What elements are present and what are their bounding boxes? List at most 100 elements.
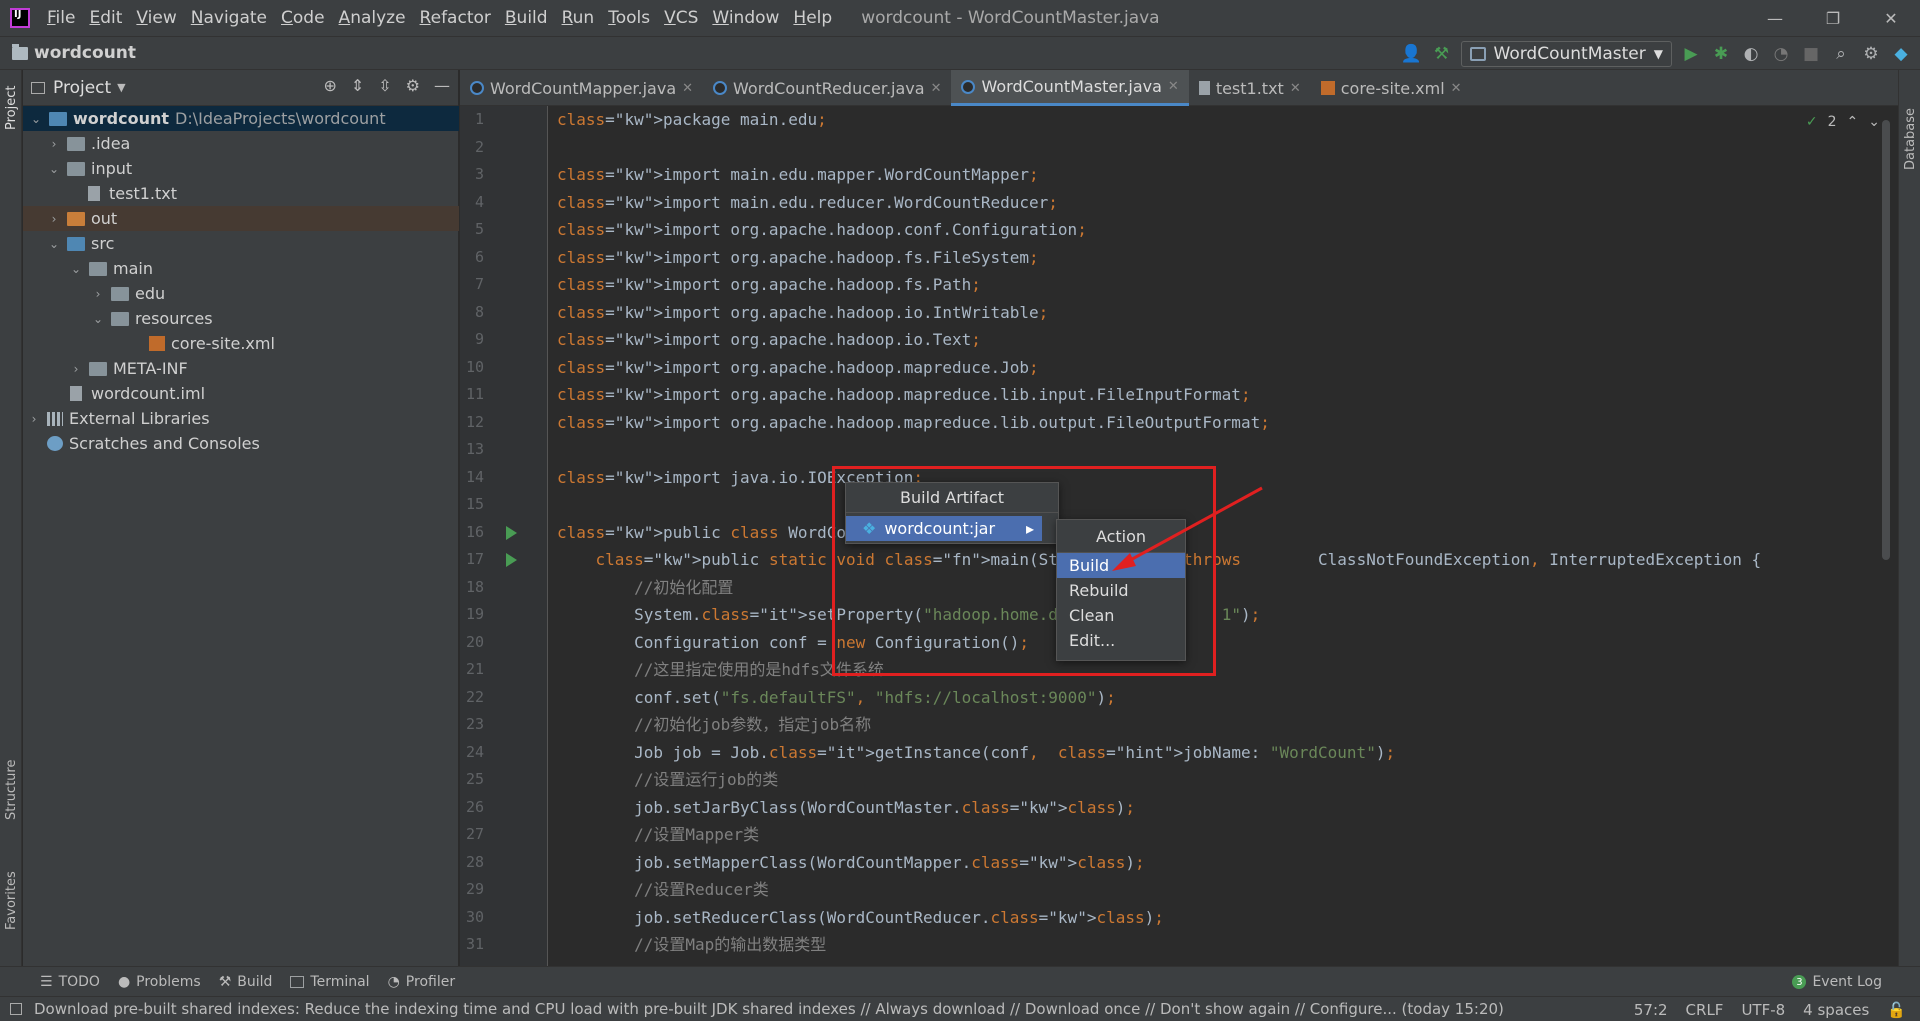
close-icon[interactable]: ✕ bbox=[1168, 79, 1179, 94]
debug-icon[interactable]: ✱ bbox=[1710, 43, 1732, 65]
terminal-tool-button[interactable]: Terminal bbox=[290, 974, 370, 990]
todo-tool-button[interactable]: ☰ TODO bbox=[40, 974, 100, 990]
menu-vcs[interactable]: VCS bbox=[657, 0, 705, 36]
tree-item-out[interactable]: › out bbox=[23, 206, 459, 231]
user-icon[interactable]: 👤 bbox=[1401, 43, 1423, 65]
menu-run[interactable]: Run bbox=[555, 0, 602, 36]
problems-tool-button[interactable]: ● Problems bbox=[118, 974, 201, 990]
tab-wordcountmapper[interactable]: WordCountMapper.java ✕ bbox=[460, 70, 703, 106]
code-line[interactable]: class="kw">import org.apache.hadoop.fs.P… bbox=[549, 271, 1879, 299]
coverage-icon[interactable]: ◐ bbox=[1740, 43, 1762, 65]
search-icon[interactable]: ⌕ bbox=[1830, 43, 1852, 65]
code-line[interactable]: //设置运行job的类 bbox=[549, 766, 1879, 794]
code-line[interactable] bbox=[549, 436, 1879, 464]
code-line[interactable]: job.setJarByClass(WordCountMaster.class=… bbox=[549, 794, 1879, 822]
code-line[interactable]: //设置Reducer类 bbox=[549, 876, 1879, 904]
tree-item-wordcount[interactable]: ⌄ wordcount D:\IdeaProjects\wordcount bbox=[23, 106, 459, 131]
inspection-widget[interactable]: ✓ 2 ⌃ ⌄ bbox=[1806, 114, 1880, 130]
chevron-right-icon[interactable]: › bbox=[69, 362, 83, 376]
code-line[interactable]: //设置Mapper类 bbox=[549, 821, 1879, 849]
layout-icon[interactable] bbox=[10, 1003, 22, 1015]
project-view-select[interactable]: Project bbox=[53, 78, 111, 98]
restore-button[interactable]: ❐ bbox=[1804, 0, 1862, 36]
hide-icon[interactable]: — bbox=[434, 76, 450, 95]
event-log-button[interactable]: 3 Event Log bbox=[1792, 974, 1882, 990]
menu-analyze[interactable]: Analyze bbox=[332, 0, 413, 36]
close-icon[interactable]: ✕ bbox=[1290, 81, 1301, 96]
tab-wordcountmaster[interactable]: WordCountMaster.java ✕ bbox=[951, 70, 1189, 106]
status-message[interactable]: Download pre-built shared indexes: Reduc… bbox=[34, 1000, 1504, 1018]
tree-item-meta-inf[interactable]: › META-INF bbox=[23, 356, 459, 381]
profile-icon[interactable]: ◔ bbox=[1770, 43, 1792, 65]
breadcrumb-project[interactable]: wordcount bbox=[34, 43, 136, 63]
close-icon[interactable]: ✕ bbox=[1451, 81, 1462, 96]
code-line[interactable]: conf.set("fs.defaultFS", "hdfs://localho… bbox=[549, 684, 1879, 712]
database-tool-tab[interactable]: Database bbox=[1903, 108, 1918, 170]
chevron-right-icon[interactable]: › bbox=[47, 137, 61, 151]
code-line[interactable]: class="kw">import org.apache.hadoop.mapr… bbox=[549, 381, 1879, 409]
tab-wordcountreducer[interactable]: WordCountReducer.java ✕ bbox=[703, 70, 951, 106]
chevron-down-icon[interactable]: ⌄ bbox=[47, 237, 61, 251]
tree-item-edu[interactable]: › edu bbox=[23, 281, 459, 306]
menu-file[interactable]: File bbox=[40, 0, 82, 36]
project-tool-tab[interactable]: Project bbox=[4, 86, 19, 130]
run-configuration-select[interactable]: WordCountMaster ▼ bbox=[1460, 41, 1672, 67]
indent-setting[interactable]: 4 spaces bbox=[1803, 1001, 1869, 1019]
stop-icon[interactable]: ■ bbox=[1800, 43, 1822, 65]
chevron-right-icon[interactable]: › bbox=[27, 412, 41, 426]
code-line[interactable]: class="kw">import org.apache.hadoop.io.I… bbox=[549, 299, 1879, 327]
code-line[interactable]: class="kw">import org.apache.hadoop.io.T… bbox=[549, 326, 1879, 354]
tree-item-idea[interactable]: › .idea bbox=[23, 131, 459, 156]
menu-view[interactable]: View bbox=[129, 0, 183, 36]
editor-scrollbar[interactable] bbox=[1882, 120, 1890, 560]
chevron-down-icon[interactable]: ⌄ bbox=[47, 162, 61, 176]
chevron-down-icon[interactable]: ⌄ bbox=[91, 312, 105, 326]
code-line[interactable]: class="kw">package main.edu; bbox=[549, 106, 1879, 134]
favorites-tool-tab[interactable]: Favorites bbox=[4, 871, 19, 930]
expand-all-icon[interactable]: ⇕ bbox=[351, 76, 364, 95]
menu-tools[interactable]: Tools bbox=[601, 0, 657, 36]
tab-core-site-xml[interactable]: core-site.xml ✕ bbox=[1311, 70, 1472, 106]
close-button[interactable]: ✕ bbox=[1862, 0, 1920, 36]
close-icon[interactable]: ✕ bbox=[931, 81, 942, 96]
chevron-down-icon[interactable]: ⌄ bbox=[1868, 114, 1880, 130]
code-line[interactable]: class="kw">import org.apache.hadoop.conf… bbox=[549, 216, 1879, 244]
tree-item-src[interactable]: ⌄ src bbox=[23, 231, 459, 256]
chevron-right-icon[interactable]: › bbox=[91, 287, 105, 301]
toolbox-icon[interactable]: ◆ bbox=[1890, 43, 1912, 65]
tree-item-test1-txt[interactable]: test1.txt bbox=[23, 181, 459, 206]
tree-item-input[interactable]: ⌄ input bbox=[23, 156, 459, 181]
tree-item-core-site-xml[interactable]: core-site.xml bbox=[23, 331, 459, 356]
menu-edit[interactable]: Edit bbox=[82, 0, 129, 36]
tree-item-scratches[interactable]: Scratches and Consoles bbox=[23, 431, 459, 456]
code-line[interactable]: //设置Map的输出数据类型 bbox=[549, 931, 1879, 959]
code-line[interactable]: class="kw">import org.apache.hadoop.fs.F… bbox=[549, 244, 1879, 272]
gear-icon[interactable]: ⚙ bbox=[1860, 43, 1882, 65]
menu-window[interactable]: Window bbox=[705, 0, 786, 36]
locate-icon[interactable]: ⊕ bbox=[323, 76, 336, 95]
line-separator[interactable]: CRLF bbox=[1686, 1001, 1724, 1019]
code-line[interactable]: class="kw">import main.edu.mapper.WordCo… bbox=[549, 161, 1879, 189]
code-line[interactable]: job.setReducerClass(WordCountReducer.cla… bbox=[549, 904, 1879, 932]
tree-item-main[interactable]: ⌄ main bbox=[23, 256, 459, 281]
code-line[interactable]: //初始化job参数，指定job名称 bbox=[549, 711, 1879, 739]
menu-code[interactable]: Code bbox=[274, 0, 332, 36]
chevron-down-icon[interactable]: ⌄ bbox=[69, 262, 83, 276]
tree-item-external-libraries[interactable]: › External Libraries bbox=[23, 406, 459, 431]
tree-item-wordcount-iml[interactable]: wordcount.iml bbox=[23, 381, 459, 406]
profiler-tool-button[interactable]: ◔ Profiler bbox=[388, 974, 456, 990]
minimize-button[interactable]: — bbox=[1746, 0, 1804, 36]
menu-help[interactable]: Help bbox=[786, 0, 839, 36]
build-tool-button[interactable]: ⚒ Build bbox=[219, 974, 273, 990]
lock-icon[interactable]: 🔓 bbox=[1887, 1001, 1906, 1019]
caret-position[interactable]: 57:2 bbox=[1634, 1001, 1668, 1019]
code-line[interactable]: class="kw">import org.apache.hadoop.mapr… bbox=[549, 409, 1879, 437]
structure-tool-tab[interactable]: Structure bbox=[4, 760, 19, 820]
close-icon[interactable]: ✕ bbox=[682, 81, 693, 96]
code-line[interactable]: Job job = Job.class="it">getInstance(con… bbox=[549, 739, 1879, 767]
file-encoding[interactable]: UTF-8 bbox=[1741, 1001, 1785, 1019]
code-line[interactable] bbox=[549, 134, 1879, 162]
code-line[interactable]: class="kw">import org.apache.hadoop.mapr… bbox=[549, 354, 1879, 382]
build-hammer-icon[interactable]: ⚒ bbox=[1431, 43, 1453, 65]
code-line[interactable]: class="kw">import main.edu.reducer.WordC… bbox=[549, 189, 1879, 217]
